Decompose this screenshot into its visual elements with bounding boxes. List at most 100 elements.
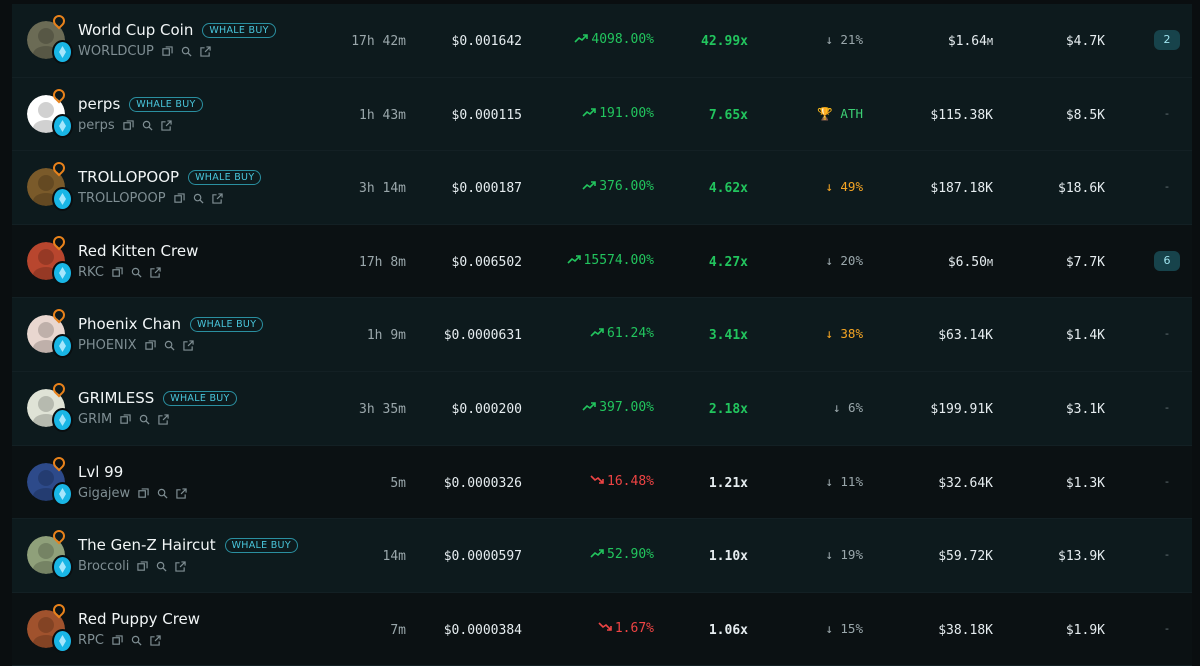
multiple: 1.06x — [708, 622, 748, 638]
token-ticker: WORLDCUP — [78, 44, 154, 59]
search-icon[interactable] — [131, 635, 142, 646]
token-age: 1h 43m — [359, 107, 406, 123]
token-row[interactable]: Red Puppy Crew RPC 7m $0.0000384 1.67% 1… — [12, 592, 1192, 666]
trend-up-icon — [574, 33, 589, 43]
chain-badge-icon — [52, 555, 73, 580]
token-price: $0.000200 — [451, 401, 522, 417]
copy-icon[interactable] — [138, 487, 149, 499]
drawdown: ↓ 49% — [825, 179, 863, 195]
external-link-icon[interactable] — [160, 119, 172, 131]
token-name[interactable]: TROLLOPOOP — [78, 168, 179, 186]
external-link-icon[interactable] — [150, 635, 161, 646]
volume: $7.7K — [1065, 254, 1105, 270]
token-ticker: perps — [78, 117, 115, 133]
copy-icon[interactable] — [122, 119, 134, 131]
token-price: $0.000115 — [451, 107, 522, 123]
token-price: $0.000187 — [451, 181, 522, 197]
market-cap: $6.50 — [947, 254, 987, 270]
chain-badge-icon — [52, 481, 73, 506]
copy-icon[interactable] — [120, 414, 131, 425]
search-icon[interactable] — [164, 340, 175, 351]
token-ticker: TROLLOPOOP — [78, 191, 166, 207]
chain-badge-icon — [52, 113, 73, 138]
count-badge: - — [1165, 474, 1169, 488]
count-badge: - — [1165, 180, 1169, 194]
token-row[interactable]: Red Kitten Crew RKC 17h 8m $0.006502 155… — [12, 224, 1192, 299]
price-change: 397.00% — [599, 399, 654, 415]
price-change: 61.24% — [607, 326, 654, 342]
token-row[interactable]: TROLLOPOOP WHALE BUY TROLLOPOOP 3h 14m $0… — [12, 151, 1192, 225]
token-name[interactable]: Red Kitten Crew — [78, 242, 198, 260]
trend-up-icon — [582, 180, 597, 190]
trend-down-icon — [590, 474, 604, 485]
volume: $1.3K — [1065, 475, 1105, 491]
market-cap: $38.18K — [938, 622, 993, 638]
token-row[interactable]: Lvl 99 Gigajew 5m $0.0000326 16.48% 1.21… — [12, 445, 1192, 520]
chain-badge-icon — [52, 407, 73, 432]
multiple: 4.27x — [708, 254, 748, 270]
copy-icon[interactable] — [173, 193, 185, 204]
token-row[interactable]: The Gen-Z Haircut WHALE BUY Broccoli 14m … — [12, 519, 1192, 593]
multiple: 7.65x — [708, 107, 748, 123]
external-link-icon[interactable] — [176, 487, 187, 499]
token-row[interactable]: Phoenix Chan WHALE BUY PHOENIX 1h 9m $0.0… — [12, 298, 1192, 372]
price-change: 191.00% — [599, 105, 654, 121]
external-link-icon[interactable] — [211, 193, 223, 204]
drawdown: ↓ 15% — [825, 620, 863, 636]
chain-badge-icon — [52, 187, 73, 212]
drawdown: 🏆 ATH — [817, 105, 863, 121]
token-age: 3h 14m — [359, 181, 406, 197]
copy-icon[interactable] — [162, 46, 173, 57]
scroll-edge — [1192, 0, 1200, 659]
token-price: $0.001642 — [451, 34, 522, 49]
drawdown: ↓ 6% — [832, 399, 863, 415]
token-name[interactable]: perps — [78, 95, 120, 113]
external-link-icon[interactable] — [182, 340, 194, 352]
whale-buy-badge: WHALE BUY — [202, 23, 276, 38]
search-icon[interactable] — [157, 488, 168, 499]
count-badge: - — [1165, 548, 1169, 562]
external-link-icon[interactable] — [150, 267, 161, 278]
count-badge[interactable]: 6 — [1154, 250, 1180, 271]
search-icon[interactable] — [131, 267, 142, 278]
whale-buy-badge: WHALE BUY — [163, 390, 237, 406]
whale-buy-badge: WHALE BUY — [224, 538, 298, 554]
drawdown: ↓ 21% — [825, 32, 863, 47]
token-price: $0.0000631 — [443, 328, 522, 344]
token-row[interactable]: World Cup Coin WHALE BUY WORLDCUP 17h 42m… — [12, 4, 1192, 78]
count-badge[interactable]: 2 — [1154, 30, 1180, 50]
token-name[interactable]: Red Puppy Crew — [78, 610, 200, 628]
price-change: 16.48% — [607, 473, 654, 489]
search-icon[interactable] — [193, 193, 204, 204]
market-cap: $59.72K — [938, 549, 993, 565]
copy-icon[interactable] — [112, 635, 123, 646]
search-icon[interactable] — [142, 120, 153, 131]
count-badge: - — [1165, 621, 1169, 635]
volume: $4.7K — [1065, 34, 1105, 49]
market-cap: $187.18K — [930, 181, 993, 197]
token-name[interactable]: GRIMLESS — [78, 389, 154, 407]
external-link-icon[interactable] — [158, 414, 169, 425]
token-name[interactable]: The Gen-Z Haircut — [78, 536, 216, 554]
volume: $18.6K — [1058, 181, 1105, 197]
copy-icon[interactable] — [137, 561, 149, 572]
search-icon[interactable] — [156, 561, 167, 572]
chain-badge-icon — [52, 628, 73, 653]
volume: $3.1K — [1065, 401, 1105, 417]
volume: $1.9K — [1065, 622, 1105, 638]
token-row[interactable]: GRIMLESS WHALE BUY GRIM 3h 35m $0.000200 … — [12, 371, 1192, 446]
external-link-icon[interactable] — [175, 561, 187, 572]
copy-icon[interactable] — [144, 340, 156, 351]
token-name[interactable]: Lvl 99 — [78, 463, 123, 481]
external-link-icon[interactable] — [200, 46, 211, 57]
search-icon[interactable] — [139, 414, 150, 425]
token-row[interactable]: perps WHALE BUY perps 1h 43m $0.000115 19… — [12, 77, 1192, 152]
token-name[interactable]: World Cup Coin — [78, 21, 193, 39]
chain-badge-icon — [52, 334, 73, 359]
market-cap: $1.64 — [947, 34, 987, 49]
search-icon[interactable] — [181, 46, 192, 57]
volume: $1.4K — [1065, 328, 1105, 344]
market-cap: $63.14K — [938, 328, 993, 344]
token-name[interactable]: Phoenix Chan — [78, 315, 181, 333]
copy-icon[interactable] — [112, 267, 123, 278]
